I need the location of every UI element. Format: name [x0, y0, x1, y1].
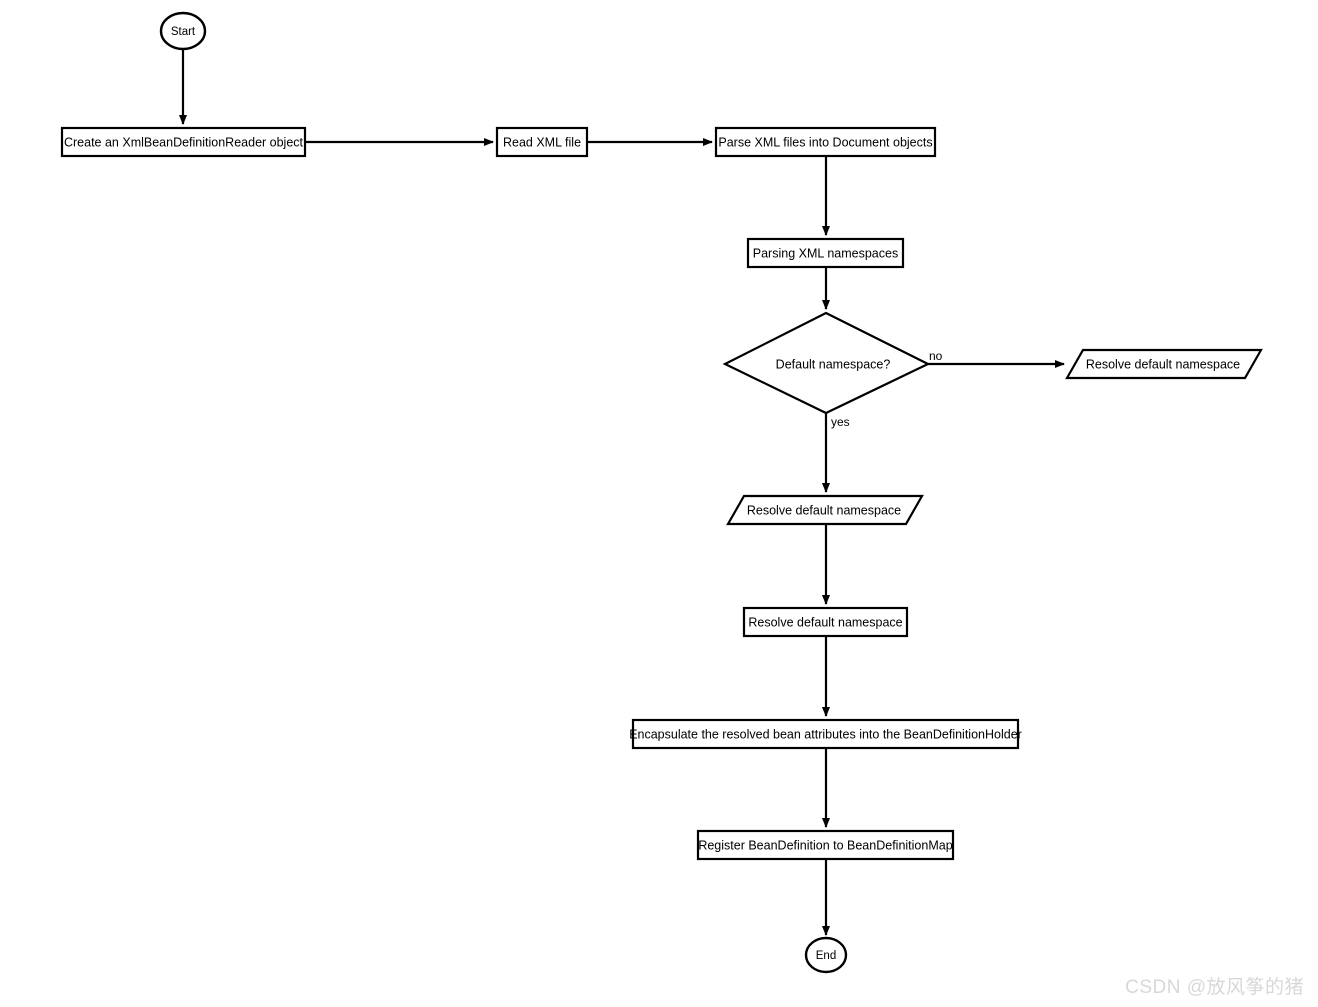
node-parse-namespaces-label: Parsing XML namespaces — [753, 246, 898, 260]
node-start[interactable]: Start — [159, 11, 207, 51]
node-encapsulate-label: Encapsulate the resolved bean attributes… — [629, 727, 1022, 741]
node-end-label: End — [816, 950, 836, 962]
node-resolve-rect-label: Resolve default namespace — [748, 615, 902, 629]
node-start-label: Start — [171, 26, 196, 38]
node-resolve-yes-label: Resolve default namespace — [747, 503, 901, 517]
edge-label-no: no — [929, 349, 943, 363]
node-register[interactable]: Register BeanDefinition to BeanDefinitio… — [696, 829, 955, 861]
node-create-reader-label: Create an XmlBeanDefinitionReader object — [64, 135, 304, 149]
node-resolve-yes[interactable]: Resolve default namespace — [726, 494, 924, 526]
node-parse-document-label: Parse XML files into Document objects — [718, 135, 932, 149]
node-parse-namespaces[interactable]: Parsing XML namespaces — [746, 237, 905, 269]
node-register-label: Register BeanDefinition to BeanDefinitio… — [698, 838, 952, 852]
csdn-watermark: CSDN @放风筝的猪 — [1125, 977, 1304, 998]
node-resolve-no-label: Resolve default namespace — [1086, 357, 1240, 371]
flowchart-canvas: Start Create an XmlBeanDefinitionReader … — [60, 11, 1263, 974]
edge-label-yes: yes — [831, 415, 850, 429]
node-decision-default-namespace[interactable]: Default namespace? — [722, 311, 931, 415]
node-read-xml[interactable]: Read XML file — [495, 126, 589, 158]
node-resolve-rect[interactable]: Resolve default namespace — [742, 606, 909, 638]
node-decision-label: Default namespace? — [776, 357, 891, 371]
node-encapsulate[interactable]: Encapsulate the resolved bean attributes… — [629, 718, 1022, 750]
node-parse-document[interactable]: Parse XML files into Document objects — [714, 126, 937, 158]
node-resolve-no[interactable]: Resolve default namespace — [1065, 348, 1263, 380]
node-create-reader[interactable]: Create an XmlBeanDefinitionReader object — [60, 126, 307, 158]
node-read-xml-label: Read XML file — [503, 135, 581, 149]
node-end[interactable]: End — [804, 936, 848, 974]
